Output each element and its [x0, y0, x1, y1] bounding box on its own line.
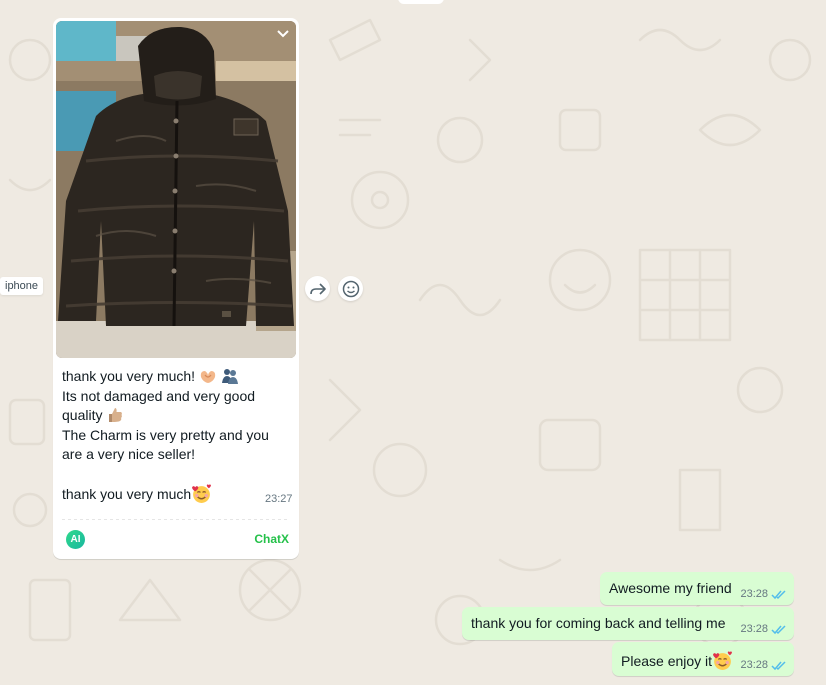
smiling-face-with-hearts-emoji	[713, 651, 733, 670]
double-check-icon	[771, 661, 786, 671]
date-chip	[398, 0, 444, 4]
chatx-label[interactable]: ChatX	[254, 532, 289, 546]
outgoing-message-text: Awesome my friend	[609, 580, 732, 596]
message-line: thank you very much!	[62, 368, 196, 384]
heart-hands-emoji	[200, 371, 216, 383]
outgoing-message-text: Please enjoy it	[621, 650, 733, 671]
message-line: thank you very much	[62, 485, 192, 502]
chevron-down-icon[interactable]	[276, 27, 290, 42]
people-emoji	[221, 369, 238, 384]
thumbs-up-emoji	[109, 408, 123, 422]
forward-icon	[309, 282, 326, 295]
outgoing-message-bubble[interactable]: thank you for coming back and telling me…	[462, 607, 794, 640]
react-button[interactable]	[338, 276, 363, 301]
message-time: 23:27	[265, 493, 293, 505]
message-time: 23:28	[740, 588, 768, 600]
outgoing-message-bubble[interactable]: Awesome my friend 23:28	[600, 572, 794, 605]
message-line: The Charm is very pretty and you	[62, 426, 269, 443]
puffer-jacket-photo[interactable]	[56, 21, 296, 358]
outgoing-message-bubble[interactable]: Please enjoy it 23:28	[612, 642, 794, 676]
sender-tag: iphone	[0, 277, 44, 295]
outgoing-message-text: thank you for coming back and telling me	[471, 615, 726, 631]
chat-panel: iphone thank you very much! Its not dama…	[0, 0, 826, 685]
message-time: 23:28	[740, 623, 768, 635]
message-line: quality	[62, 407, 103, 423]
incoming-message-text: thank you very much! Its not damaged and…	[62, 367, 288, 504]
addon-divider	[62, 519, 290, 520]
incoming-message-bubble[interactable]: thank you very much! Its not damaged and…	[53, 18, 299, 559]
forward-button[interactable]	[305, 276, 330, 301]
message-time: 23:28	[740, 659, 768, 671]
ai-badge-icon[interactable]: AI	[66, 530, 85, 549]
outgoing-message-line: Please enjoy it	[621, 653, 713, 669]
message-line: Its not damaged and very good	[62, 387, 256, 404]
double-check-icon	[771, 590, 786, 600]
double-check-icon	[771, 625, 786, 635]
message-line: are a very nice seller!	[62, 446, 196, 462]
emoji-react-icon	[342, 280, 359, 297]
smiling-face-with-hearts-emoji	[192, 483, 212, 503]
